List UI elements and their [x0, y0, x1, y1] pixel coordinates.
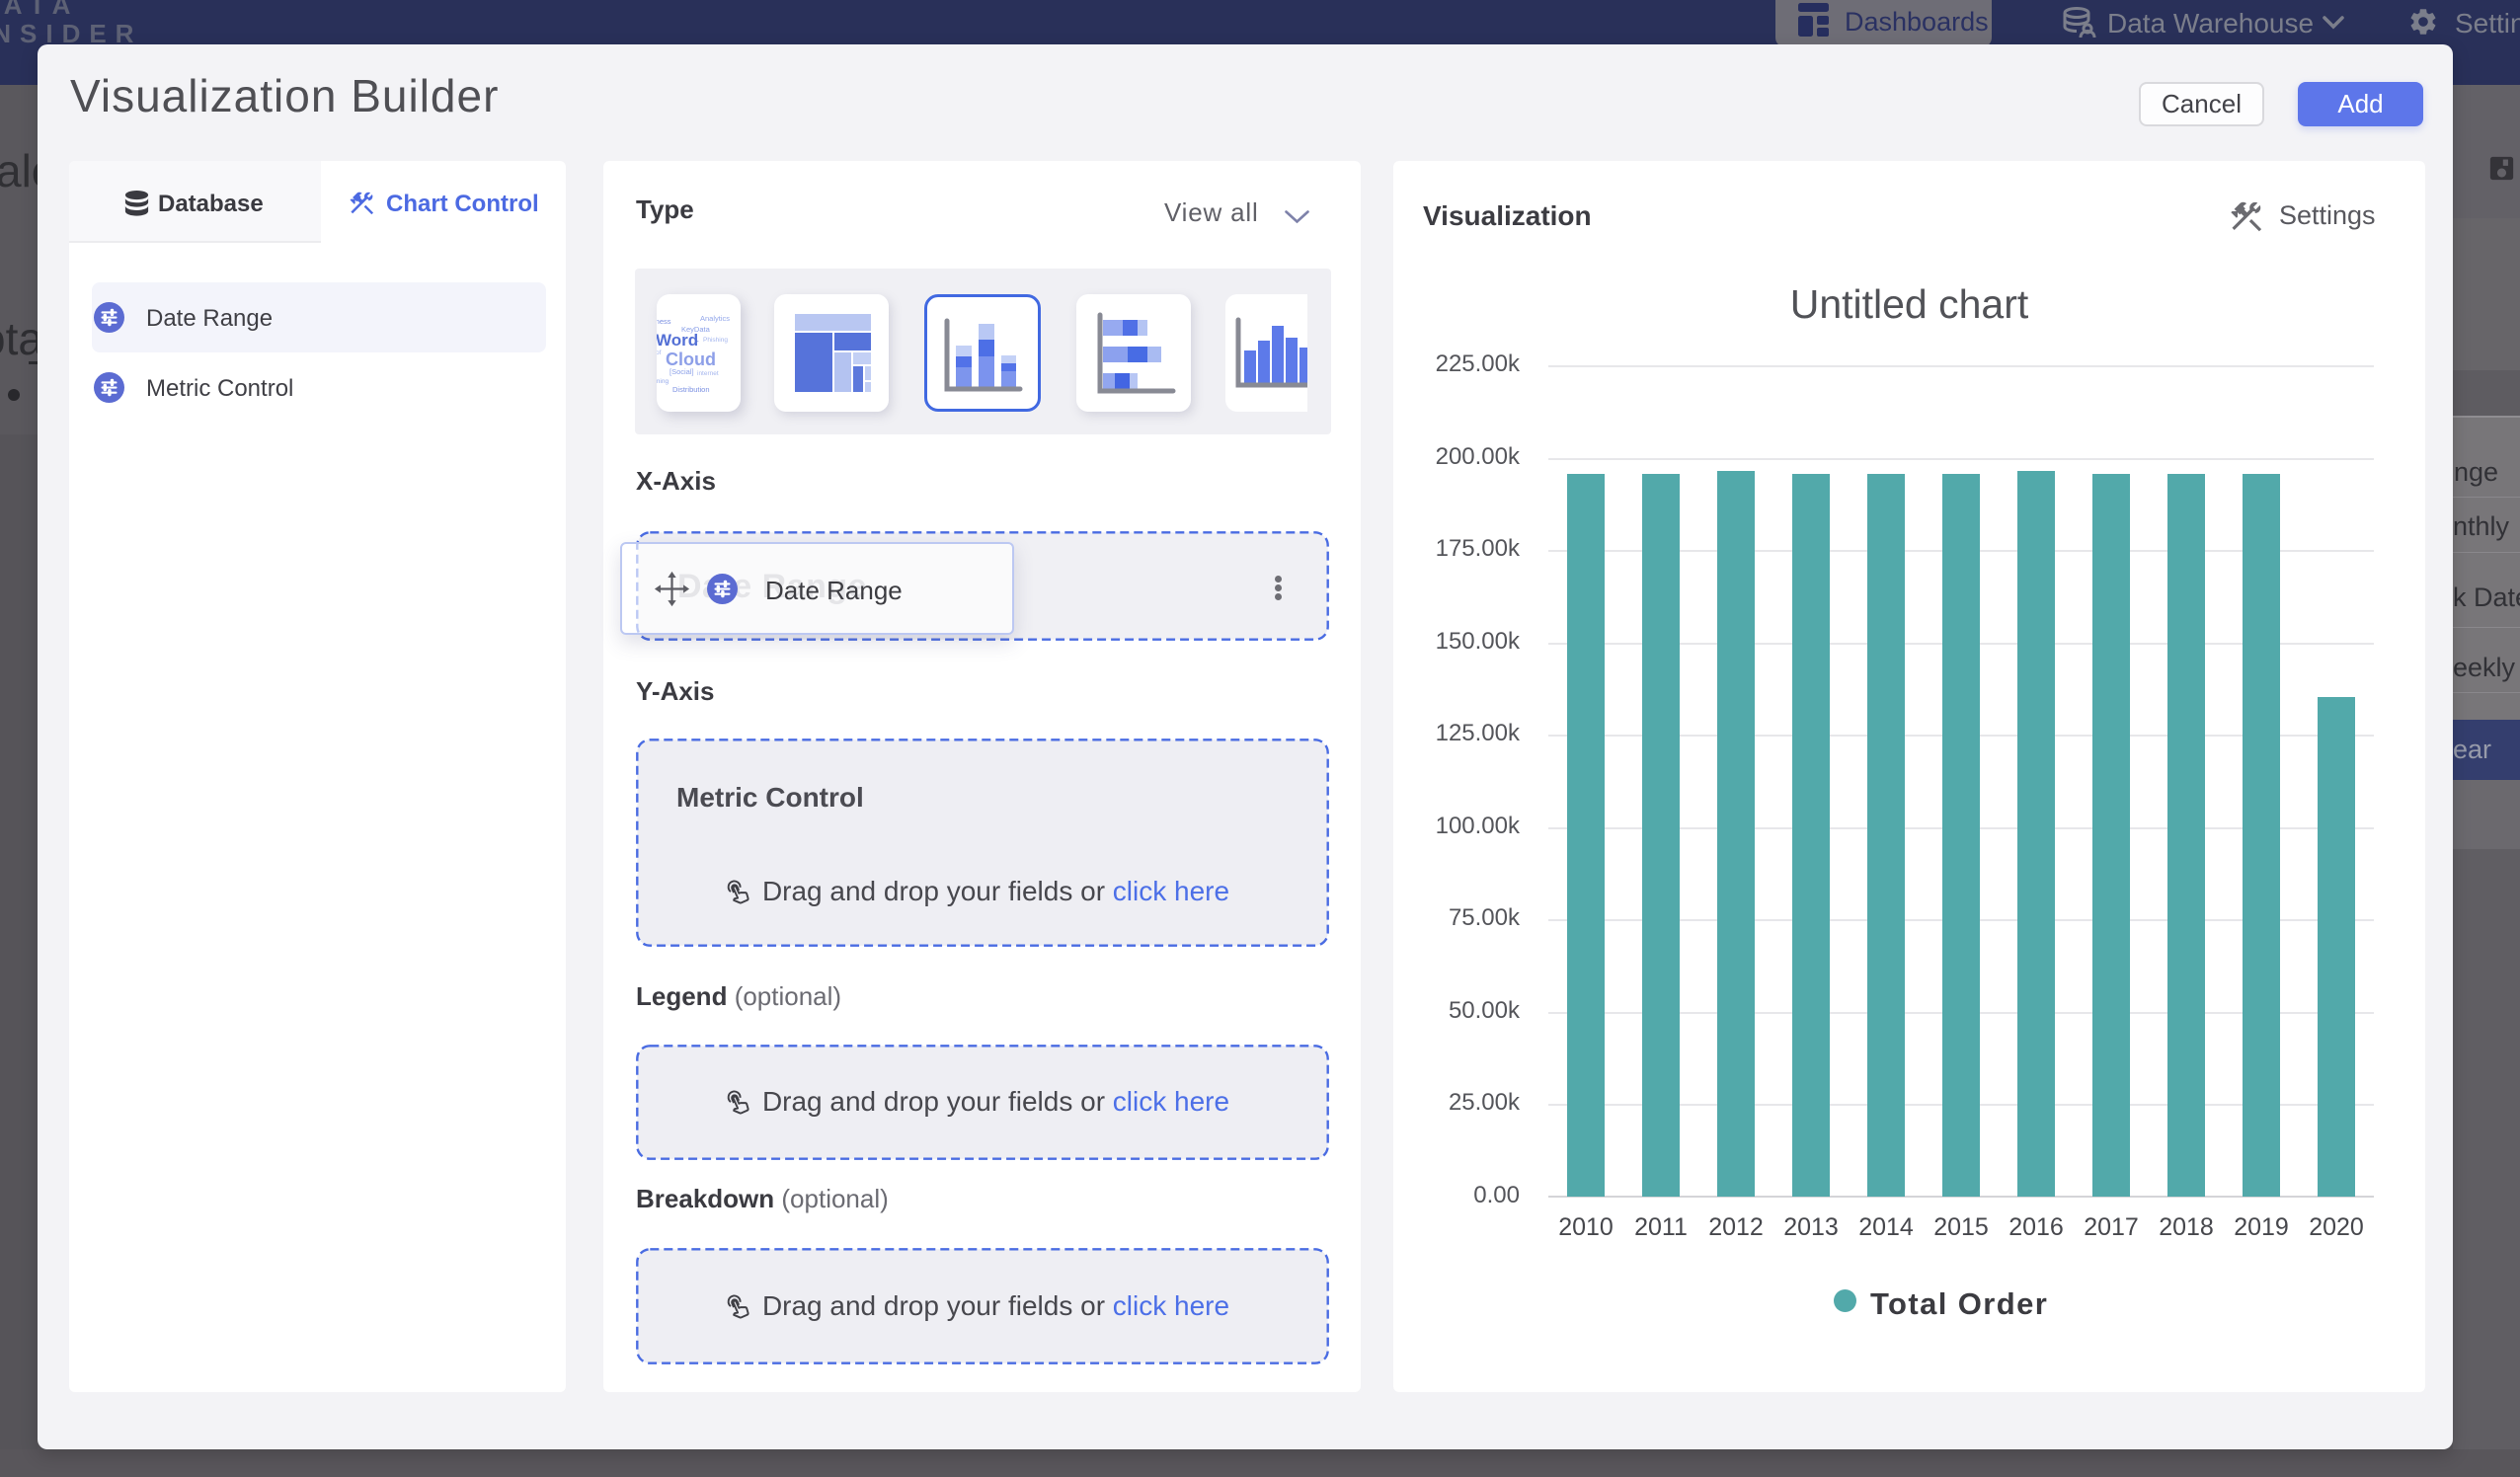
svg-text:[Social]: [Social]: [669, 367, 694, 376]
svg-text:internet: internet: [697, 370, 719, 377]
svg-text:Word: Word: [657, 331, 698, 350]
svg-text:iness: iness: [657, 317, 671, 326]
svg-text:Phishing: Phishing: [703, 337, 728, 344]
svg-text:Cloud: Cloud: [666, 350, 716, 369]
svg-text:-: -: [696, 337, 699, 346]
svg-text:Distribution: Distribution: [672, 385, 710, 394]
svg-text:of: of: [657, 350, 662, 356]
svg-text:ming: ming: [657, 378, 669, 385]
svg-text:Analytics: Analytics: [700, 314, 730, 323]
